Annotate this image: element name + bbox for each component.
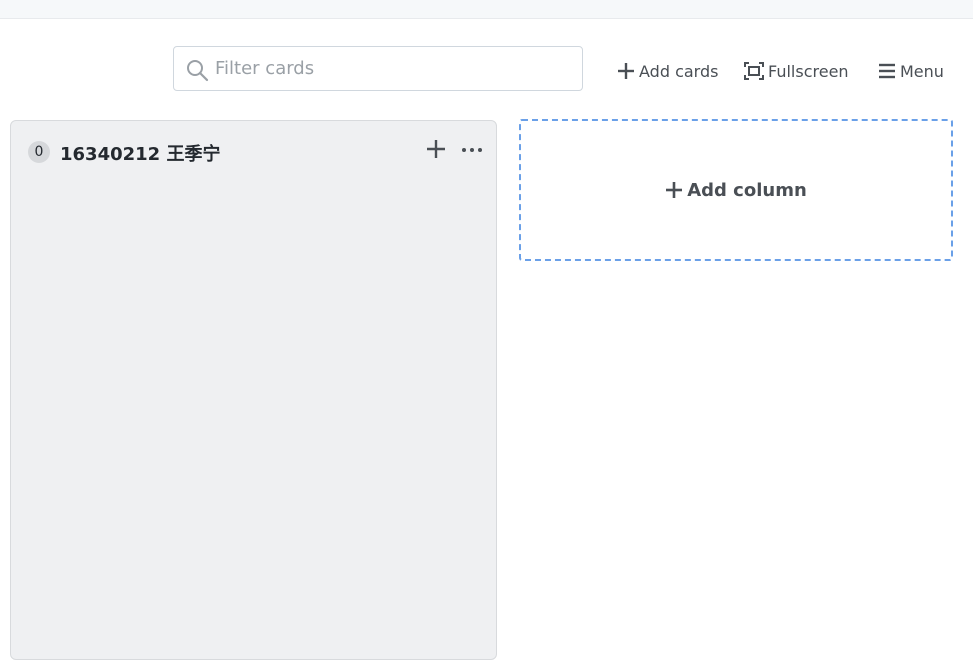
- menu-label: Menu: [900, 61, 944, 81]
- plus-icon: [618, 63, 634, 79]
- fullscreen-label: Fullscreen: [768, 61, 849, 81]
- add-card-to-column-icon[interactable]: [425, 138, 447, 160]
- search-icon: [187, 60, 209, 82]
- card-count-badge: 0: [28, 141, 50, 163]
- filter-cards-input[interactable]: [215, 47, 575, 90]
- plus-icon: [666, 182, 683, 198]
- more-horizontal-icon[interactable]: [461, 139, 483, 161]
- add-column-button[interactable]: Add column: [519, 119, 953, 261]
- board-column: 0 16340212 王季宁: [10, 120, 497, 660]
- menu-button[interactable]: Menu: [878, 58, 944, 84]
- fullscreen-icon: [744, 62, 764, 80]
- hamburger-icon: [879, 63, 895, 79]
- column-title: 16340212 王季宁: [60, 144, 221, 165]
- add-cards-button[interactable]: Add cards: [617, 58, 718, 84]
- filter-cards-box[interactable]: [173, 46, 583, 91]
- add-column-label: Add column: [687, 179, 807, 201]
- top-bar: [0, 0, 973, 19]
- fullscreen-button[interactable]: Fullscreen: [744, 58, 849, 84]
- add-cards-label: Add cards: [639, 61, 719, 81]
